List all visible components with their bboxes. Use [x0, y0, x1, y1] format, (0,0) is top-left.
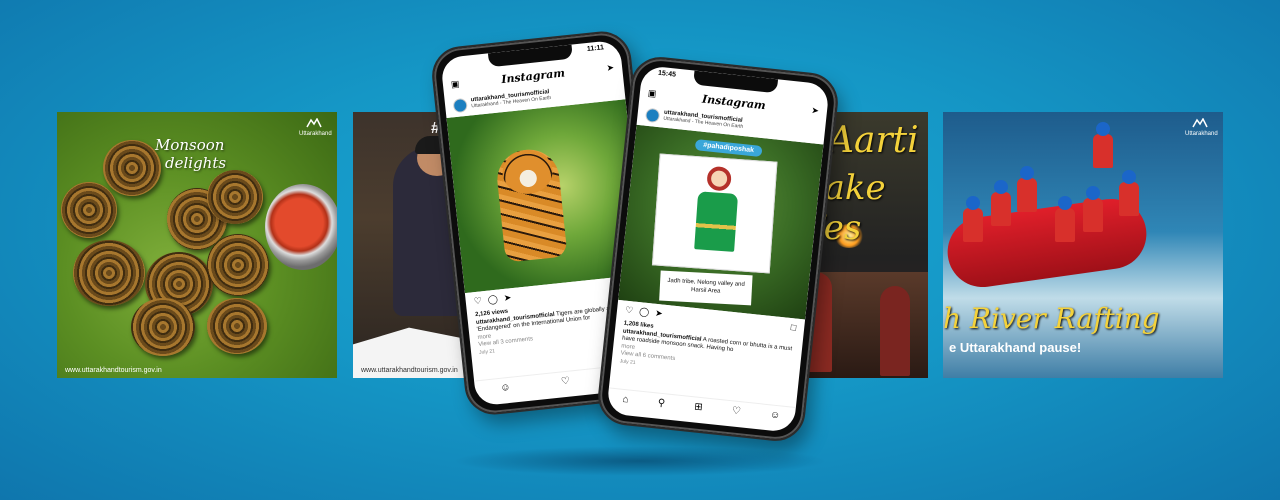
share-icon[interactable]: ➤ — [503, 292, 512, 305]
website-watermark: www.uttarakhandtourism.gov.in — [65, 367, 162, 374]
rafter-figure — [1055, 196, 1075, 242]
rafter-figure — [1017, 166, 1037, 212]
website-watermark: www.uttarakhandtourism.gov.in — [361, 367, 458, 374]
card-title-line2: delights — [165, 154, 227, 172]
food-item — [61, 182, 117, 238]
food-item — [207, 170, 263, 224]
rafter-figure — [963, 196, 983, 242]
caption-note: Jadh tribe, Nelong valley and Harsil Are… — [659, 270, 753, 306]
card-subtitle: e Uttarakhand pause! — [949, 340, 1082, 355]
food-item — [207, 298, 267, 354]
profile-icon[interactable]: ☺ — [769, 409, 780, 421]
uttarakhand-logo: Uttarakhand — [299, 117, 332, 146]
status-time: 15:45 — [657, 69, 677, 79]
avatar[interactable] — [644, 107, 661, 124]
camera-icon[interactable]: ▣ — [450, 78, 460, 90]
rafter-figure — [991, 180, 1011, 226]
floor-shadow — [452, 446, 828, 476]
send-icon[interactable]: ➤ — [606, 62, 615, 74]
chutney-bowl — [265, 184, 337, 270]
send-icon[interactable]: ➤ — [811, 105, 820, 117]
phone-mockup-right: 15:45 ▣ Instagram ➤ uttarakhand_tourismo… — [595, 54, 841, 444]
rafter-figure — [1093, 122, 1113, 168]
comment-icon[interactable]: ◯ — [638, 306, 650, 319]
avatar[interactable] — [452, 97, 468, 114]
heart-icon[interactable]: ♡ — [624, 305, 634, 318]
forest-background: #pahadiposhak Jadh tribe, Nelong valley … — [618, 124, 824, 320]
phone-screen: 15:45 ▣ Instagram ➤ uttarakhand_tourismo… — [606, 65, 830, 433]
bookmark-icon[interactable]: □ — [790, 322, 796, 335]
add-post-icon[interactable]: ⊞ — [694, 401, 703, 413]
cartoon-girl — [694, 165, 739, 257]
food-item — [73, 240, 145, 306]
card-title: h River Rafting — [943, 302, 1160, 335]
post-card-monsoon: Monsoon delights Uttarakhand www.uttarak… — [57, 112, 337, 378]
food-item — [207, 234, 269, 296]
post-card-rafting: Uttarakhand h River Rafting e Uttarakhan… — [943, 112, 1223, 378]
priest-figure — [880, 286, 910, 376]
app-title: Instagram — [500, 65, 566, 86]
app-title: Instagram — [701, 92, 767, 112]
heart-nav-icon[interactable]: ♡ — [561, 376, 571, 388]
card-title-line1: Monsoon — [155, 136, 225, 154]
comment-icon[interactable]: ◯ — [487, 294, 498, 307]
search-icon[interactable]: ⚲ — [657, 398, 665, 410]
food-item — [131, 298, 195, 356]
status-time: 11:11 — [586, 44, 605, 53]
home-icon[interactable]: ⌂ — [622, 394, 629, 406]
camera-icon[interactable]: ▣ — [647, 87, 657, 99]
polaroid-frame — [651, 153, 778, 274]
logo-text: Uttarakhand — [1185, 131, 1218, 137]
food-item — [103, 140, 161, 196]
rafter-figure — [1119, 170, 1139, 216]
card-title-line1: Aarti — [828, 120, 919, 161]
logo-text: Uttarakhand — [299, 131, 332, 137]
profile-icon[interactable]: ☺ — [500, 382, 511, 394]
bottom-nav: ⌂ ⚲ ⊞ ♡ ☺ — [606, 387, 796, 427]
heart-icon[interactable]: ♡ — [473, 295, 482, 308]
post-image-character[interactable]: #pahadiposhak Jadh tribe, Nelong valley … — [618, 124, 824, 320]
doll-head — [706, 165, 732, 192]
share-icon[interactable]: ➤ — [654, 308, 664, 321]
uttarakhand-logo: Uttarakhand — [1185, 117, 1218, 146]
doll-dress — [694, 191, 739, 252]
rafter-figure — [1083, 186, 1103, 232]
hashtag-pill: #pahadiposhak — [694, 139, 763, 158]
heart-nav-icon[interactable]: ♡ — [731, 405, 741, 417]
